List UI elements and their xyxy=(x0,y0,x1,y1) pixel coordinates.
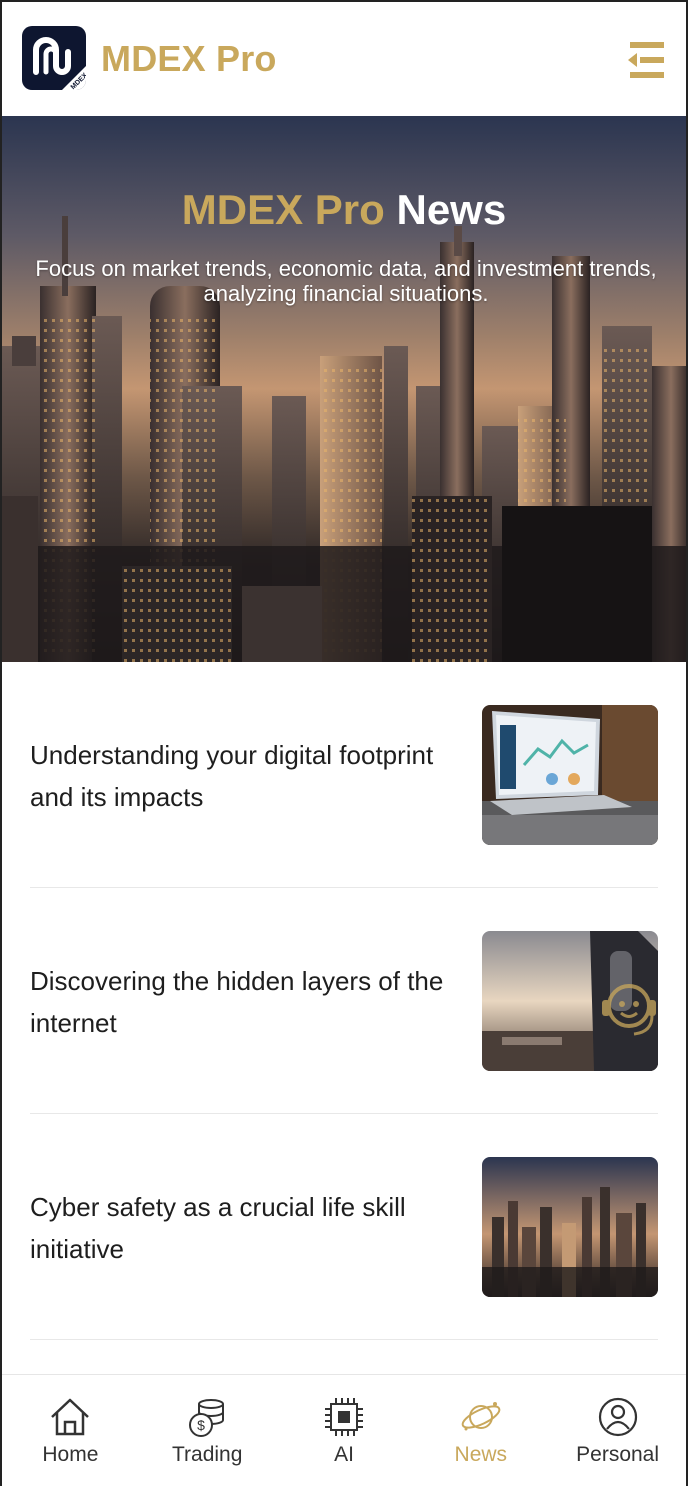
city-skyline-image xyxy=(482,1157,658,1297)
news-title: Cyber safety as a crucial life skill ini… xyxy=(30,1192,406,1264)
tab-label: AI xyxy=(334,1443,354,1466)
laptop-analytics-image xyxy=(482,705,658,845)
svg-text:$: $ xyxy=(197,1417,205,1433)
hero-title: MDEX Pro News xyxy=(2,186,686,234)
news-item-2[interactable]: Discovering the hidden layers of the int… xyxy=(30,888,658,1114)
tab-label: Home xyxy=(42,1443,99,1466)
tab-news[interactable]: News xyxy=(412,1375,549,1486)
hero-subtitle: Focus on market trends, economic data, a… xyxy=(35,256,657,306)
bottom-tab-bar: Home $ Trading AI News Personal xyxy=(2,1374,686,1486)
tab-trading[interactable]: $ Trading xyxy=(139,1375,276,1486)
tab-home[interactable]: Home xyxy=(2,1375,139,1486)
tab-personal[interactable]: Personal xyxy=(549,1375,686,1486)
tab-label: Personal xyxy=(576,1443,660,1466)
hero-banner: MDEX Pro News Focus on market trends, ec… xyxy=(2,116,686,662)
app-header: MDEX MDEX Pro xyxy=(2,2,686,116)
brand-title: MDEX Pro xyxy=(101,38,277,79)
news-title: Understanding your digital footprint and… xyxy=(30,740,434,812)
menu-collapse-icon[interactable] xyxy=(626,40,666,80)
chip-icon xyxy=(324,1398,363,1436)
brand-logo[interactable]: MDEX xyxy=(22,26,86,90)
tab-label: News xyxy=(454,1443,508,1466)
home-icon xyxy=(51,1398,90,1436)
hero-title-section: News xyxy=(396,186,507,233)
news-item-1[interactable]: Understanding your digital footprint and… xyxy=(30,662,658,888)
news-list: Understanding your digital footprint and… xyxy=(2,662,686,1340)
support-agent-icon[interactable] xyxy=(594,974,664,1044)
planet-icon xyxy=(461,1402,501,1431)
tab-ai[interactable]: AI xyxy=(276,1375,413,1486)
app-root: MDEX MDEX Pro MDEX Pro News Focus on mar… xyxy=(0,0,688,1486)
news-item-3[interactable]: Cyber safety as a crucial life skill ini… xyxy=(30,1114,658,1340)
user-icon xyxy=(598,1397,637,1437)
coins-icon: $ xyxy=(189,1399,225,1437)
hero-title-brand: MDEX Pro xyxy=(181,186,385,233)
tab-label: Trading xyxy=(171,1443,243,1466)
news-title: Discovering the hidden layers of the int… xyxy=(30,966,444,1038)
